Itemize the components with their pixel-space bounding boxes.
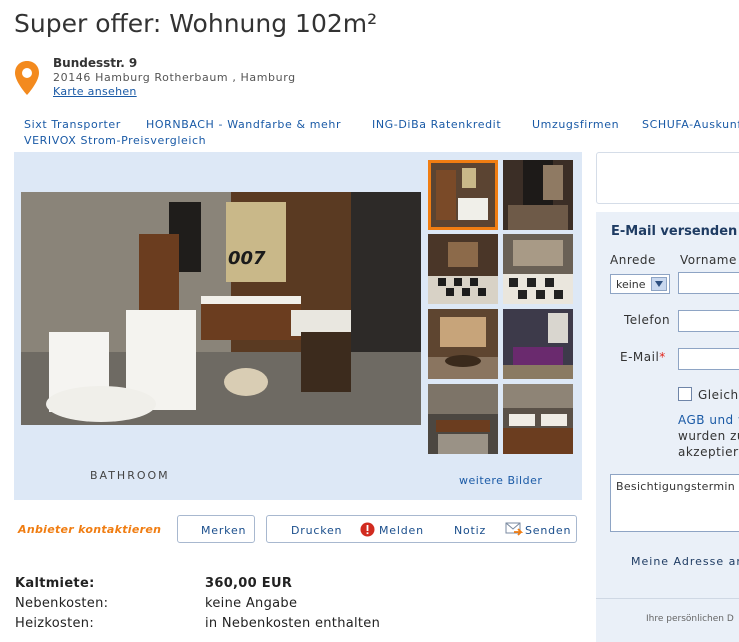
ad-link-umzugsfirmen[interactable]: Umzugsfirmen bbox=[532, 118, 619, 131]
divider bbox=[596, 598, 739, 599]
thumbnail-3[interactable] bbox=[428, 234, 498, 304]
info-box bbox=[596, 152, 739, 204]
location-pin-icon bbox=[15, 61, 39, 95]
salutation-label: Anrede bbox=[610, 253, 656, 267]
copy-checkbox[interactable] bbox=[678, 387, 692, 401]
message-textarea[interactable]: Besichtigungstermin bbox=[610, 474, 739, 532]
email-form-heading: E-Mail versenden bbox=[611, 224, 738, 239]
listing-title: Super offer: Wohnung 102m² bbox=[14, 9, 378, 38]
send-button[interactable]: Senden bbox=[525, 524, 571, 537]
salutation-value: keine bbox=[616, 278, 646, 291]
map-link[interactable]: Karte ansehen bbox=[53, 85, 137, 98]
send-mail-icon[interactable] bbox=[505, 521, 523, 537]
thumbnail-7[interactable] bbox=[428, 384, 498, 454]
message-text: Besichtigungstermin bbox=[616, 480, 735, 493]
report-button[interactable]: Melden bbox=[379, 524, 424, 537]
firstname-input[interactable] bbox=[678, 272, 739, 294]
agb-text-line2: wurden zu bbox=[678, 429, 739, 443]
email-input[interactable] bbox=[678, 348, 739, 370]
main-photo[interactable]: 007 bbox=[21, 192, 421, 425]
firstname-label: Vorname bbox=[680, 253, 737, 267]
print-button[interactable]: Drucken bbox=[291, 524, 342, 537]
ad-link-hornbach[interactable]: HORNBACH - Wandfarbe & mehr bbox=[146, 118, 341, 131]
note-button[interactable]: Notiz bbox=[454, 524, 486, 537]
city-line: 20146 Hamburg Rotherbaum , Hamburg bbox=[53, 71, 296, 84]
email-form-panel: E-Mail versenden Anrede Vorname keine Te… bbox=[596, 212, 739, 642]
action-bar: Anbieter kontaktieren Merken Drucken Mel… bbox=[14, 515, 582, 547]
agb-link[interactable]: AGB und w bbox=[678, 413, 739, 427]
thumbnail-1[interactable] bbox=[428, 160, 498, 230]
contact-provider-button[interactable]: Anbieter kontaktieren bbox=[18, 523, 161, 536]
save-label: Merken bbox=[201, 524, 247, 537]
ad-link-sixt[interactable]: Sixt Transporter bbox=[24, 118, 121, 131]
required-mark: * bbox=[659, 350, 666, 364]
heating-costs-label: Heizkosten: bbox=[15, 616, 95, 631]
thumbnail-8[interactable] bbox=[503, 384, 573, 454]
rent-label: Kaltmiete: bbox=[15, 576, 95, 591]
thumbnail-6[interactable] bbox=[503, 309, 573, 379]
report-icon[interactable] bbox=[360, 522, 375, 537]
my-address-option[interactable]: Meine Adresse an bbox=[631, 555, 739, 568]
ad-link-schufa[interactable]: SCHUFA-Auskunft bbox=[642, 118, 739, 131]
phone-input[interactable] bbox=[678, 310, 739, 332]
svg-text:007: 007 bbox=[228, 248, 266, 269]
heating-costs-value: in Nebenkosten enthalten bbox=[205, 616, 381, 631]
salutation-select[interactable]: keine bbox=[610, 274, 670, 294]
thumbnail-4[interactable] bbox=[503, 234, 573, 304]
street-address: Bundesstr. 9 bbox=[53, 56, 138, 70]
photo-gallery: 007 BATHROOM weitere Bilder bbox=[14, 152, 582, 500]
phone-label: Telefon bbox=[624, 313, 671, 327]
extra-costs-label: Nebenkosten: bbox=[15, 596, 109, 611]
save-button[interactable]: Merken bbox=[177, 515, 255, 543]
extra-costs-value: keine Angabe bbox=[205, 596, 298, 611]
ad-link-ingdiba[interactable]: ING-DiBa Ratenkredit bbox=[372, 118, 501, 131]
ad-link-verivox[interactable]: VERIVOX Strom-Preisvergleich bbox=[24, 134, 206, 147]
chevron-down-icon[interactable] bbox=[651, 277, 667, 291]
action-group: Drucken Melden Notiz Senden bbox=[266, 515, 577, 543]
thumbnail-2[interactable] bbox=[503, 160, 573, 230]
copy-checkbox-label: Gleichz bbox=[698, 388, 739, 402]
more-photos-link[interactable]: weitere Bilder bbox=[459, 474, 542, 487]
agb-text-line3: akzeptiert bbox=[678, 445, 739, 459]
email-label: E-Mail* bbox=[620, 350, 666, 364]
rent-value: 360,00 EUR bbox=[205, 576, 293, 591]
privacy-note: Ihre persönlichen D bbox=[646, 614, 734, 624]
photo-caption: BATHROOM bbox=[90, 469, 170, 482]
thumbnail-5[interactable] bbox=[428, 309, 498, 379]
